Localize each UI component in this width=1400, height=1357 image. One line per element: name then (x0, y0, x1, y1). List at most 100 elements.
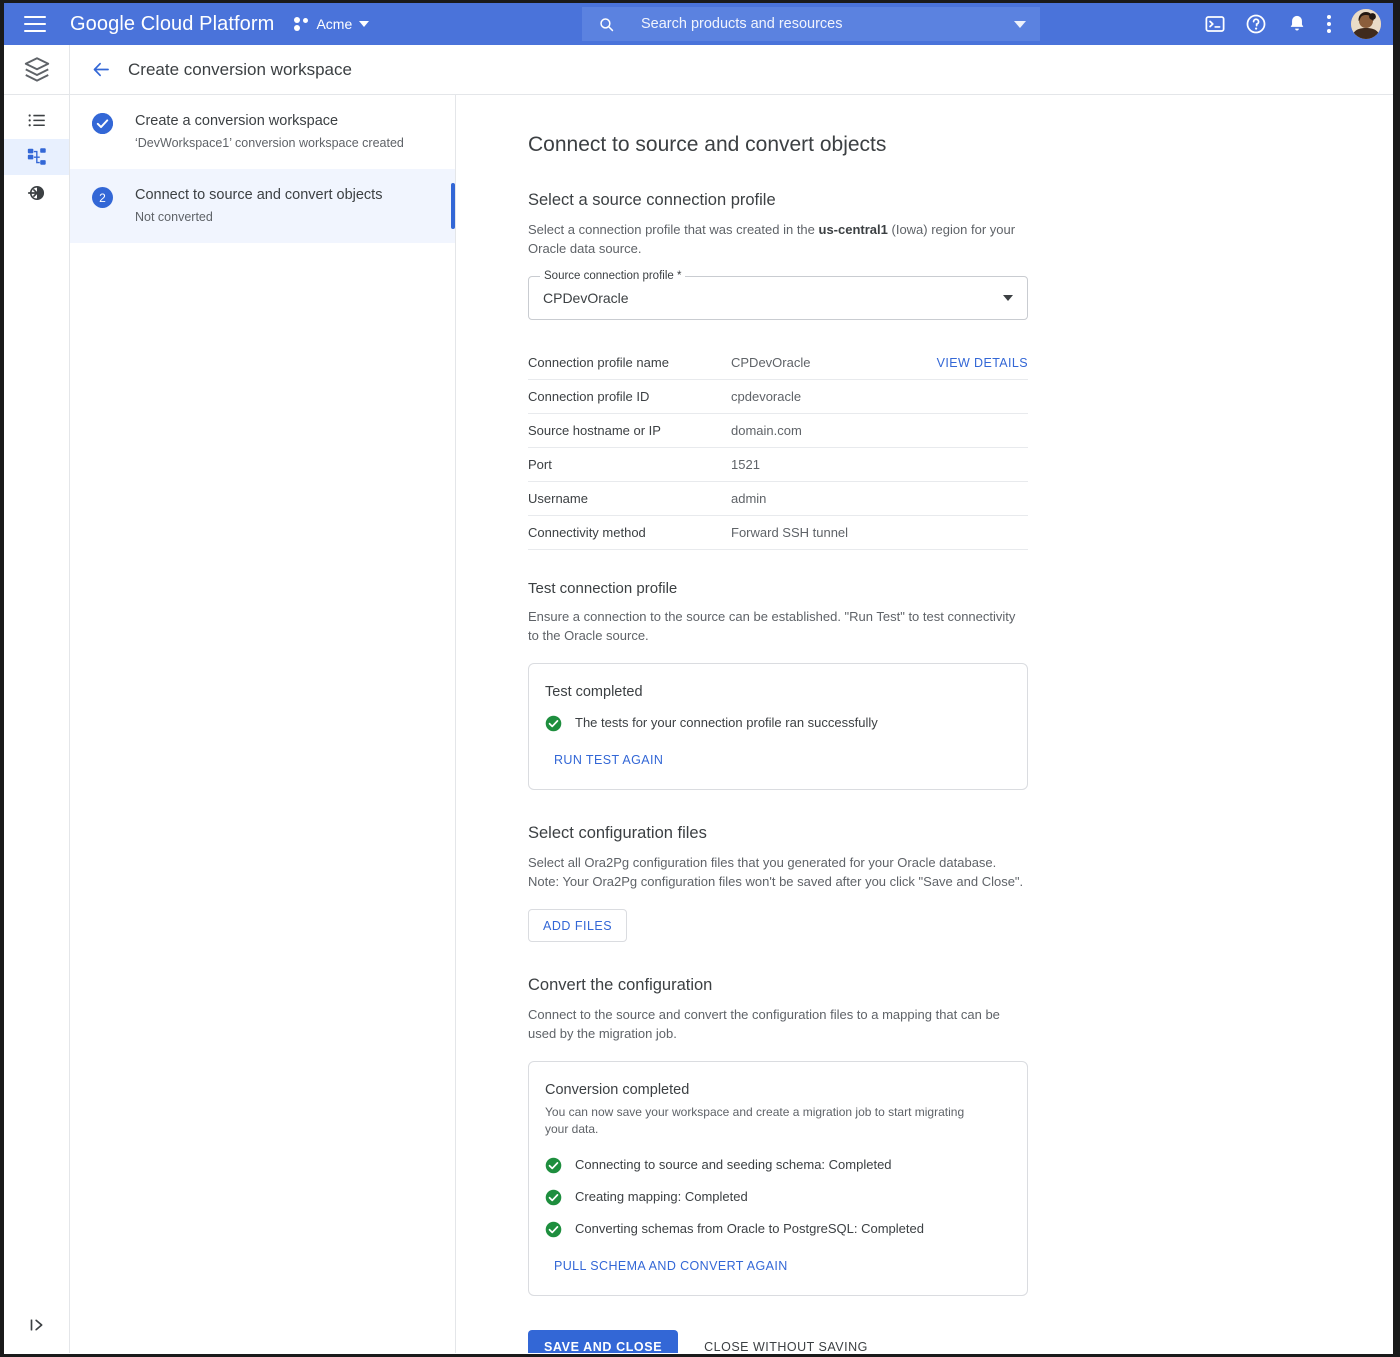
table-row: Connectivity method Forward SSH tunnel (528, 515, 1028, 550)
app-window: Google Cloud Platform Acme Search produc… (4, 3, 1393, 1354)
notifications-icon[interactable] (1286, 13, 1308, 35)
conversion-status-text: Creating mapping: Completed (575, 1189, 748, 1204)
table-row: Connection profile name CPDevOracle VIEW… (528, 346, 1028, 380)
database-migration-logo-icon (24, 56, 49, 82)
migration-job-icon (27, 185, 44, 201)
row-value: Forward SSH tunnel (731, 515, 898, 550)
row-action (897, 481, 1028, 516)
success-check-icon (545, 1189, 562, 1206)
row-value: 1521 (731, 447, 898, 482)
add-files-button[interactable]: ADD FILES (528, 909, 628, 942)
source-connection-profile-label: Source connection profile * (540, 270, 686, 282)
row-key: Port (528, 447, 731, 482)
source-connection-profile-value: CPDevOracle (543, 290, 629, 306)
desc-part-1: Select a connection profile that was cre… (528, 222, 819, 237)
conversion-status-text: Connecting to source and seeding schema:… (575, 1157, 892, 1172)
brand-title-bold: Google (70, 12, 136, 35)
project-name-label: Acme (316, 16, 353, 32)
step-1-title: Create a conversion workspace (135, 113, 339, 129)
row-key: Source hostname or IP (528, 413, 731, 448)
test-status-row: The tests for your connection profile ra… (545, 714, 1009, 732)
content-title: Connect to source and convert objects (528, 133, 887, 156)
step-2-number-badge: 2 (92, 187, 113, 208)
success-check-icon (545, 1157, 562, 1174)
rail-item-migration-job[interactable] (4, 175, 69, 211)
brand-title: Google Cloud Platform (70, 13, 274, 36)
conversion-status-row: Converting schemas from Oracle to Postgr… (545, 1220, 1009, 1238)
step-2-subtitle: Not converted (135, 210, 213, 224)
success-check-icon (545, 1221, 562, 1238)
view-details-link[interactable]: VIEW DETAILS (937, 356, 1028, 370)
save-and-close-button[interactable]: SAVE AND CLOSE (528, 1330, 679, 1353)
project-icon (294, 17, 309, 31)
hamburger-menu-icon[interactable] (24, 16, 46, 32)
row-value: cpdevoracle (731, 379, 898, 414)
table-row: Username admin (528, 481, 1028, 516)
search-input[interactable]: Search products and resources (641, 16, 1014, 32)
terminal-icon[interactable] (1204, 13, 1226, 35)
form-actions: SAVE AND CLOSE CLOSE WITHOUT SAVING (528, 1330, 1393, 1353)
conversion-workspace-icon (27, 148, 46, 165)
test-section-heading: Test connection profile (528, 580, 678, 597)
connection-details-table: Connection profile name CPDevOracle VIEW… (528, 346, 1028, 550)
test-section-description: Ensure a connection to the source can be… (528, 609, 1016, 643)
test-result-card: Test completed The tests for your connec… (528, 663, 1028, 790)
row-value: CPDevOracle (731, 346, 898, 380)
config-section-heading: Select configuration files (528, 824, 707, 842)
success-check-icon (545, 715, 562, 732)
step-1-status-icon (92, 113, 113, 134)
row-action: VIEW DETAILS (897, 346, 1028, 380)
page-subheader: Create conversion workspace (4, 45, 1393, 95)
conversion-card-title: Conversion completed (545, 1082, 690, 1098)
row-action (897, 515, 1028, 550)
conversion-result-card: Conversion completed You can now save yo… (528, 1061, 1028, 1296)
page-body: Create a conversion workspace ‘DevWorksp… (4, 95, 1393, 1353)
source-connection-profile-select[interactable]: Source connection profile * CPDevOracle (528, 270, 1028, 320)
config-desc-line-1: Select all Ora2Pg configuration files th… (528, 855, 997, 870)
step-2-body: Connect to source and convert objects No… (135, 186, 382, 226)
brand-title-rest: Cloud Platform (135, 12, 275, 35)
search-icon (600, 17, 614, 31)
page-title: Create conversion workspace (128, 59, 352, 79)
close-without-saving-button[interactable]: CLOSE WITHOUT SAVING (690, 1330, 882, 1353)
config-desc-line-2: Note: Your Ora2Pg configuration files wo… (528, 874, 1024, 889)
step-1-subtitle: ‘DevWorkspace1’ conversion workspace cre… (135, 136, 404, 150)
step-item-1[interactable]: Create a conversion workspace ‘DevWorksp… (70, 95, 455, 169)
table-row: Source hostname or IP domain.com (528, 413, 1028, 448)
expand-panel-icon[interactable] (27, 1315, 47, 1335)
region-name: us-central1 (818, 222, 888, 237)
conversion-status-row: Connecting to source and seeding schema:… (545, 1156, 1009, 1174)
run-test-again-link[interactable]: RUN TEST AGAIN (554, 753, 663, 767)
rail-item-list[interactable] (4, 103, 69, 139)
convert-section-description: Connect to the source and convert the co… (528, 1007, 1000, 1041)
row-action (897, 447, 1028, 482)
step-1-body: Create a conversion workspace ‘DevWorksp… (135, 112, 404, 152)
rail-item-conversion-workspace[interactable] (4, 139, 69, 175)
table-row: Port 1521 (528, 447, 1028, 482)
search-dropdown-icon[interactable] (1014, 20, 1026, 28)
project-selector[interactable]: Acme (294, 16, 370, 32)
top-bar-actions (1204, 3, 1381, 45)
back-arrow-icon[interactable] (91, 59, 112, 80)
user-avatar[interactable] (1351, 9, 1381, 39)
icon-rail (4, 95, 70, 1353)
step-item-2[interactable]: 2 Connect to source and convert objects … (70, 169, 455, 243)
search-bar[interactable]: Search products and resources (582, 7, 1040, 41)
more-options-icon[interactable] (1327, 15, 1332, 33)
help-icon[interactable] (1245, 13, 1267, 35)
conversion-card-subtitle: You can now save your workspace and crea… (545, 1105, 965, 1136)
conversion-status-text: Converting schemas from Oracle to Postgr… (575, 1221, 924, 1236)
conversion-status-row: Creating mapping: Completed (545, 1188, 1009, 1206)
row-key: Username (528, 481, 731, 516)
row-action (897, 379, 1028, 414)
step-2-title: Connect to source and convert objects (135, 187, 383, 203)
chevron-down-icon (1003, 295, 1013, 301)
list-icon (28, 114, 45, 127)
main-content: Connect to source and convert objects Se… (456, 95, 1393, 1353)
config-section-description: Select all Ora2Pg configuration files th… (528, 853, 1028, 891)
pull-schema-and-convert-again-link[interactable]: PULL SCHEMA AND CONVERT AGAIN (554, 1259, 788, 1273)
convert-section-heading: Convert the configuration (528, 976, 713, 994)
row-value: domain.com (731, 413, 898, 448)
source-section-description: Select a connection profile that was cre… (528, 220, 1028, 258)
source-section-heading: Select a source connection profile (528, 191, 776, 209)
